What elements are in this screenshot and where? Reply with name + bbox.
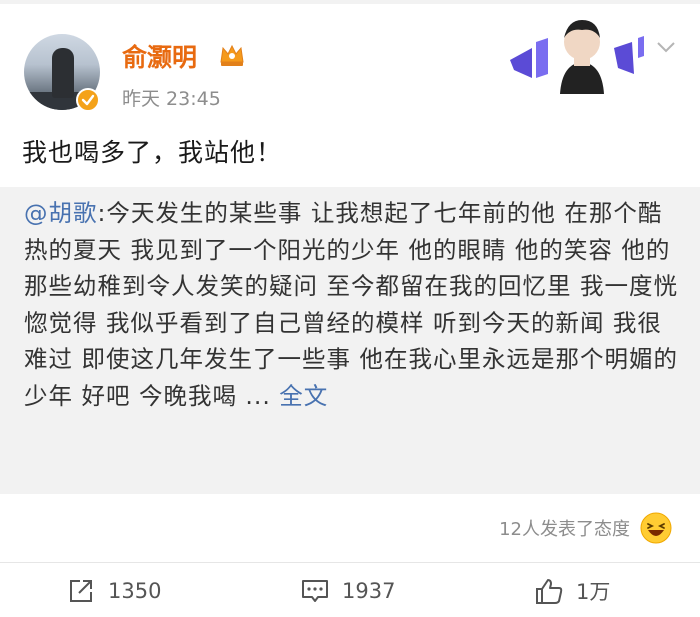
thumbs-up-icon [536, 579, 563, 604]
repost-count: 1350 [108, 579, 162, 603]
like-button[interactable]: 1万 [534, 576, 610, 606]
top-edge [0, 0, 700, 4]
verified-badge-icon [76, 88, 100, 112]
username[interactable]: 俞灏明 [122, 38, 197, 74]
post-text: 我也喝多了，我站他！ [22, 138, 283, 167]
profile-card-decoration[interactable] [502, 8, 652, 94]
mention-link[interactable]: @胡歌 [24, 199, 98, 227]
repost-icon [70, 580, 92, 602]
like-count: 1万 [576, 580, 611, 604]
comment-icon [302, 580, 328, 602]
full-text-link[interactable]: 全文 [279, 382, 328, 410]
quoted-repost[interactable]: @胡歌:今天发生的某些事 让我想起了七年前的他 在那个酷热的夏天 我见到了一个阳… [0, 187, 700, 494]
repost-text: :今天发生的某些事 让我想起了七年前的他 在那个酷热的夏天 我见到了一个阳光的少… [24, 199, 678, 410]
chevron-down-icon[interactable] [656, 40, 676, 54]
divider [0, 562, 700, 563]
repost-body: @胡歌:今天发生的某些事 让我想起了七年前的他 在那个酷热的夏天 我见到了一个阳… [24, 195, 684, 414]
vip-crown-icon[interactable] [218, 42, 246, 68]
reactions-summary[interactable]: 12人发表了态度 [499, 512, 672, 544]
reactions-text: 12人发表了态度 [499, 519, 630, 540]
comment-count: 1937 [342, 579, 396, 603]
laughing-emoji-icon [640, 512, 672, 544]
post-timestamp[interactable]: 昨天 23:45 [122, 84, 221, 111]
repost-button[interactable]: 1350 [66, 576, 161, 606]
comment-button[interactable]: 1937 [300, 576, 395, 606]
